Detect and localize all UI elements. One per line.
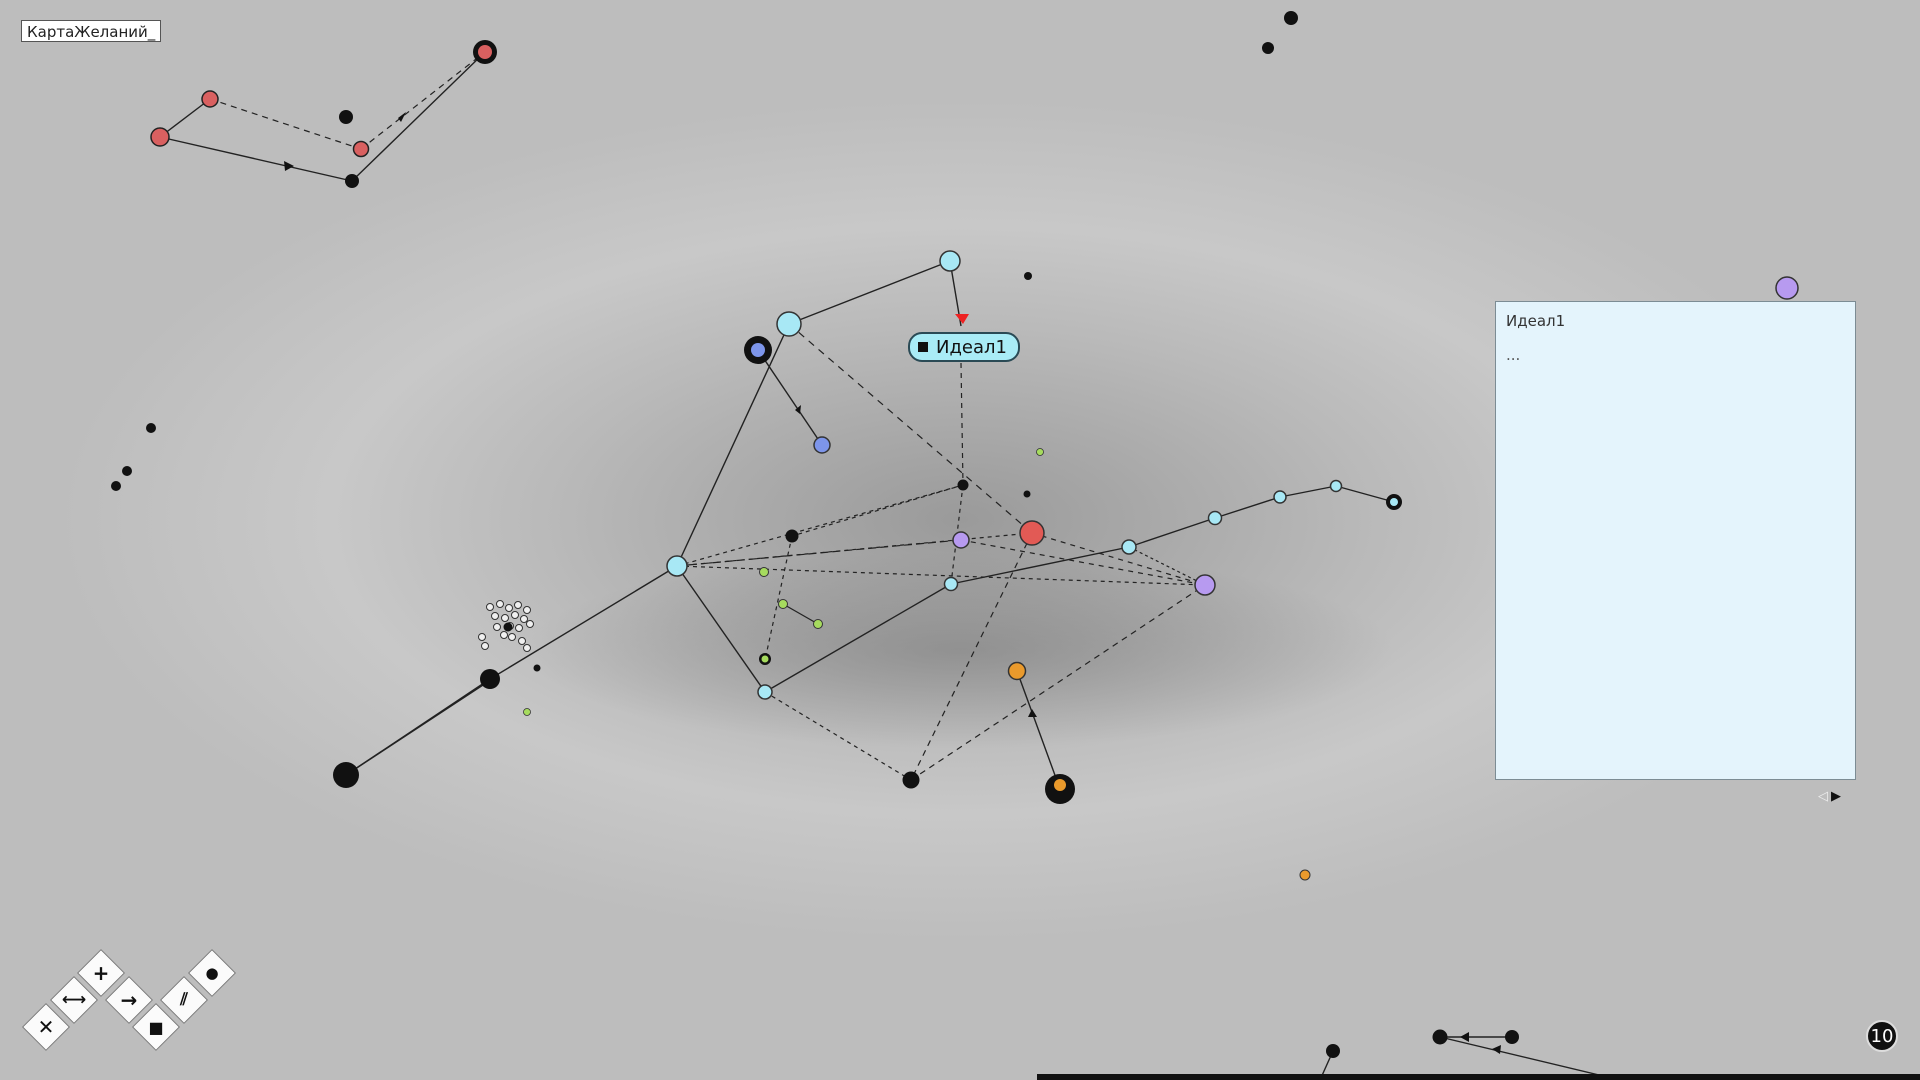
node[interactable]: [533, 664, 541, 672]
node[interactable]: [813, 619, 823, 629]
node[interactable]: [778, 599, 788, 609]
node[interactable]: [345, 174, 359, 188]
node[interactable]: [939, 250, 961, 272]
node[interactable]: [785, 529, 799, 543]
node: [751, 343, 765, 357]
next-arrow-icon[interactable]: ▶: [1831, 789, 1841, 805]
node[interactable]: [1207, 510, 1223, 526]
node[interactable]: [813, 436, 831, 454]
node[interactable]: [1194, 574, 1216, 596]
node[interactable]: [1775, 276, 1799, 300]
node[interactable]: [352, 140, 370, 158]
node[interactable]: [666, 555, 688, 577]
node[interactable]: [1121, 539, 1137, 555]
node[interactable]: [1007, 661, 1027, 681]
node[interactable]: [150, 127, 170, 147]
map-title[interactable]: КартаЖеланий_: [21, 20, 162, 42]
node[interactable]: [523, 708, 531, 716]
prev-arrow-icon[interactable]: ◁: [1818, 789, 1828, 805]
node[interactable]: [952, 531, 970, 549]
stop-icon: [918, 342, 928, 352]
node[interactable]: [943, 576, 959, 592]
node[interactable]: [776, 311, 802, 337]
node[interactable]: [759, 567, 769, 577]
node-counter-badge: 10: [1866, 1020, 1898, 1052]
node[interactable]: [1019, 520, 1045, 546]
node[interactable]: [1505, 1030, 1519, 1044]
node[interactable]: [333, 762, 359, 788]
node[interactable]: [757, 684, 773, 700]
node[interactable]: [957, 479, 969, 491]
progress-bar: [1037, 1074, 1920, 1080]
drop-icon: ●: [205, 964, 219, 982]
node[interactable]: [1023, 490, 1031, 498]
node[interactable]: [902, 771, 920, 789]
edge-arrows: [795, 314, 1037, 717]
node[interactable]: [201, 90, 219, 108]
selected-node-label[interactable]: Идеал1: [908, 332, 1020, 362]
node[interactable]: [1326, 1044, 1340, 1058]
details-panel-title[interactable]: Идеал1: [1506, 312, 1845, 330]
cluster-top-left: [150, 40, 497, 188]
node[interactable]: [1329, 479, 1343, 493]
cluster-bottom-right: [1319, 1029, 1621, 1080]
node: [478, 45, 492, 59]
link-icon: ⟷: [61, 990, 87, 1010]
nodes: [333, 250, 1402, 804]
edges: [345, 260, 1395, 790]
node[interactable]: [339, 110, 353, 124]
details-panel[interactable]: Идеал1 ...: [1495, 301, 1856, 780]
node[interactable]: [1432, 1029, 1448, 1045]
node: [761, 655, 769, 663]
node[interactable]: [1036, 448, 1044, 456]
panel-pager: ◁ ▶: [1818, 789, 1841, 805]
node: [1390, 498, 1398, 506]
app-canvas[interactable]: КартаЖеланий_ Идеал1 Идеал1 ... ◁ ▶ + ⟷ …: [0, 0, 1920, 1080]
node[interactable]: [1273, 490, 1287, 504]
node[interactable]: [1299, 869, 1311, 881]
details-panel-body[interactable]: ...: [1506, 346, 1845, 364]
selected-node-label-text: Идеал1: [936, 336, 1007, 358]
close-icon: ✕: [37, 1015, 55, 1039]
node[interactable]: [146, 423, 156, 433]
node[interactable]: [1262, 42, 1274, 54]
node[interactable]: [480, 669, 500, 689]
node[interactable]: [111, 481, 121, 491]
node[interactable]: [1284, 11, 1298, 25]
node[interactable]: [1024, 272, 1032, 280]
node[interactable]: [122, 466, 132, 476]
parallel-lines-icon: ⫽: [180, 990, 188, 1010]
node-swarm: [478, 600, 534, 652]
node: [1054, 779, 1066, 791]
